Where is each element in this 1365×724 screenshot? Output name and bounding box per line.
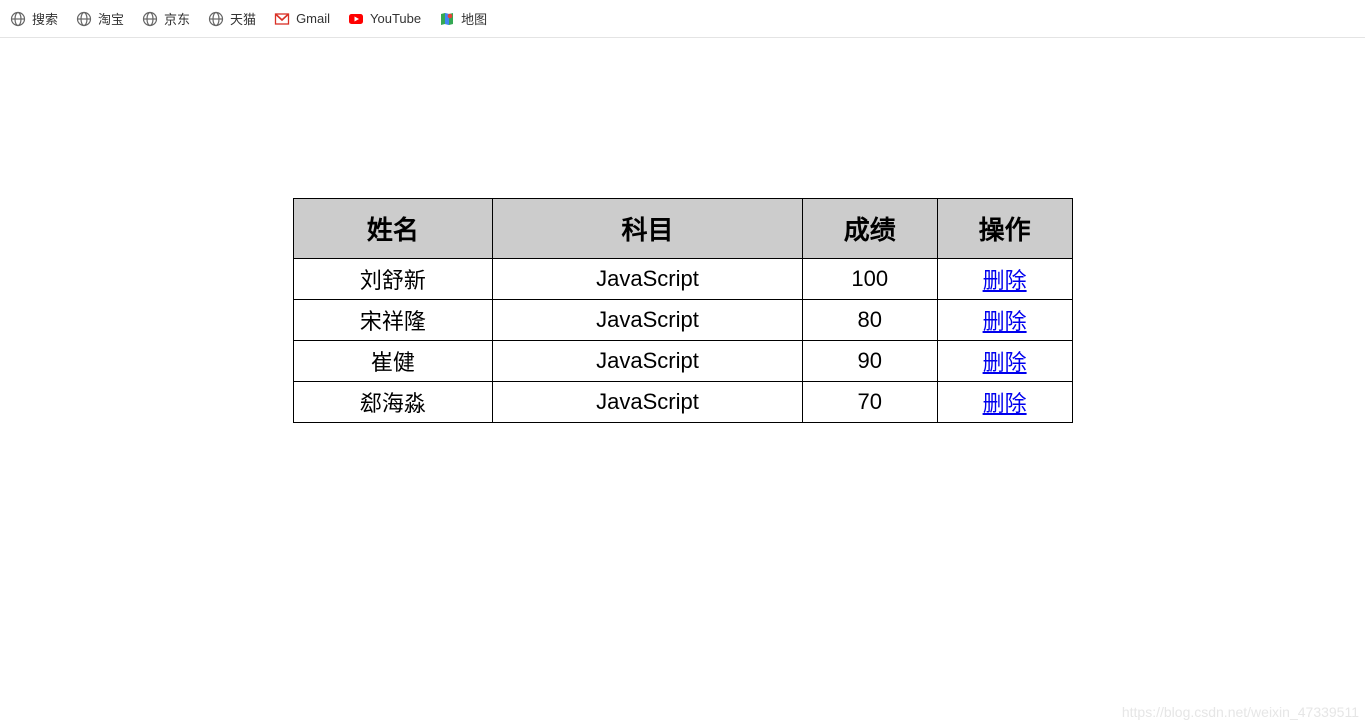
table-row: 郄海淼 JavaScript 70 删除 bbox=[293, 382, 1072, 423]
content-area: 姓名 科目 成绩 操作 刘舒新 JavaScript 100 删除 宋祥隆 Ja… bbox=[0, 38, 1365, 423]
delete-link[interactable]: 删除 bbox=[983, 350, 1027, 375]
bookmark-item-tmall[interactable]: 天猫 bbox=[208, 9, 256, 28]
cell-score: 100 bbox=[802, 259, 937, 300]
cell-name: 崔健 bbox=[293, 341, 493, 382]
cell-score: 70 bbox=[802, 382, 937, 423]
globe-icon bbox=[10, 11, 26, 27]
bookmark-item-maps[interactable]: 地图 bbox=[439, 9, 487, 28]
cell-score: 80 bbox=[802, 300, 937, 341]
delete-link[interactable]: 删除 bbox=[983, 268, 1027, 293]
bookmark-label: 淘宝 bbox=[98, 9, 124, 28]
cell-action: 删除 bbox=[937, 259, 1072, 300]
delete-link[interactable]: 删除 bbox=[983, 309, 1027, 334]
delete-link[interactable]: 删除 bbox=[983, 391, 1027, 416]
cell-action: 删除 bbox=[937, 341, 1072, 382]
bookmark-item-taobao[interactable]: 淘宝 bbox=[76, 9, 124, 28]
cell-score: 90 bbox=[802, 341, 937, 382]
table-row: 刘舒新 JavaScript 100 删除 bbox=[293, 259, 1072, 300]
bookmark-item-search[interactable]: 搜索 bbox=[10, 9, 58, 28]
table-row: 崔健 JavaScript 90 删除 bbox=[293, 341, 1072, 382]
header-name: 姓名 bbox=[293, 199, 493, 259]
cell-subject: JavaScript bbox=[493, 341, 803, 382]
cell-name: 郄海淼 bbox=[293, 382, 493, 423]
bookmark-label: 京东 bbox=[164, 9, 190, 28]
header-subject: 科目 bbox=[493, 199, 803, 259]
cell-subject: JavaScript bbox=[493, 300, 803, 341]
cell-action: 删除 bbox=[937, 382, 1072, 423]
bookmark-label: YouTube bbox=[370, 11, 421, 26]
gmail-icon bbox=[274, 11, 290, 27]
table-header-row: 姓名 科目 成绩 操作 bbox=[293, 199, 1072, 259]
bookmark-label: 搜索 bbox=[32, 9, 58, 28]
cell-name: 宋祥隆 bbox=[293, 300, 493, 341]
youtube-icon bbox=[348, 11, 364, 27]
globe-icon bbox=[142, 11, 158, 27]
bookmark-label: 地图 bbox=[461, 9, 487, 28]
cell-subject: JavaScript bbox=[493, 382, 803, 423]
score-table: 姓名 科目 成绩 操作 刘舒新 JavaScript 100 删除 宋祥隆 Ja… bbox=[293, 198, 1073, 423]
maps-icon bbox=[439, 11, 455, 27]
globe-icon bbox=[208, 11, 224, 27]
cell-action: 删除 bbox=[937, 300, 1072, 341]
bookmark-label: 天猫 bbox=[230, 9, 256, 28]
globe-icon bbox=[76, 11, 92, 27]
cell-subject: JavaScript bbox=[493, 259, 803, 300]
watermark: https://blog.csdn.net/weixin_47339511 bbox=[1122, 704, 1359, 720]
cell-name: 刘舒新 bbox=[293, 259, 493, 300]
bookmark-item-gmail[interactable]: Gmail bbox=[274, 11, 330, 27]
header-score: 成绩 bbox=[802, 199, 937, 259]
header-action: 操作 bbox=[937, 199, 1072, 259]
bookmark-label: Gmail bbox=[296, 11, 330, 26]
bookmark-item-jd[interactable]: 京东 bbox=[142, 9, 190, 28]
table-row: 宋祥隆 JavaScript 80 删除 bbox=[293, 300, 1072, 341]
bookmark-item-youtube[interactable]: YouTube bbox=[348, 11, 421, 27]
bookmark-bar: 搜索 淘宝 京东 天猫 Gmail YouTube 地图 bbox=[0, 0, 1365, 38]
